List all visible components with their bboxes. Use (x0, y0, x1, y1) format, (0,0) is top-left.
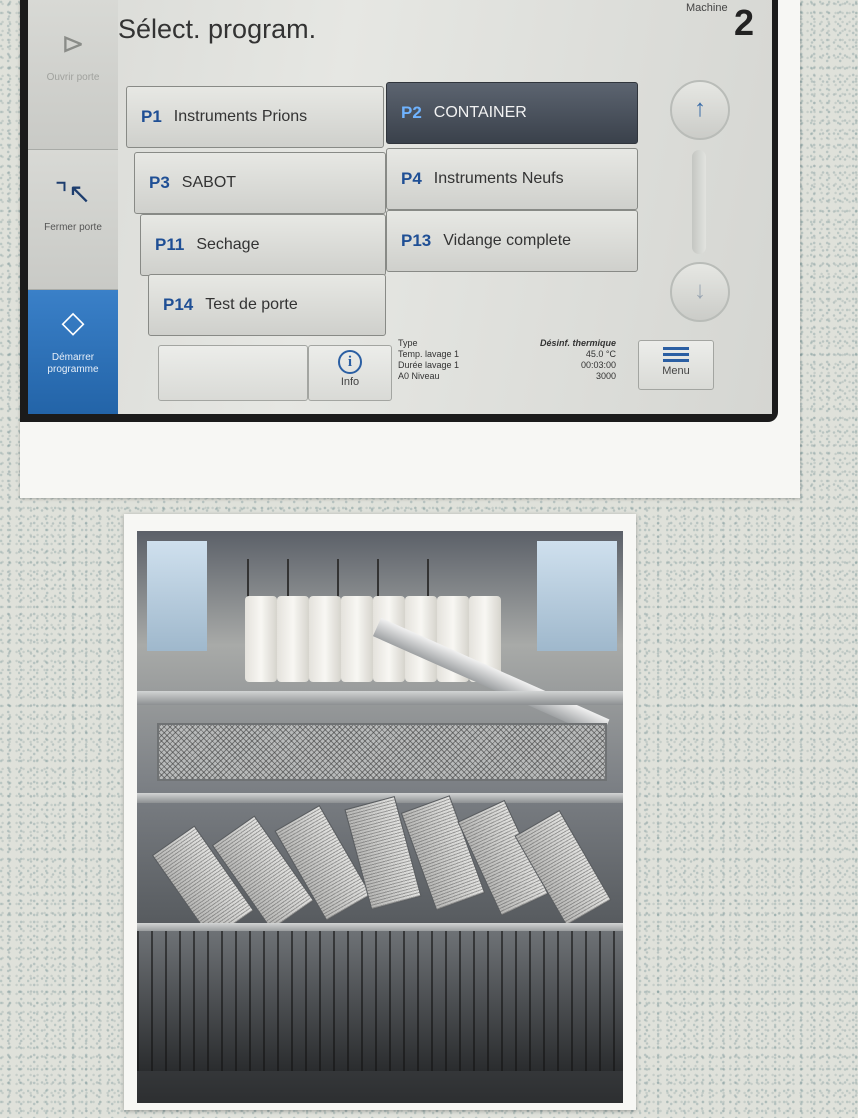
open-door-icon: ⊳ (61, 28, 85, 59)
open-door-label: Ouvrir porte (46, 72, 100, 83)
detail-value: 3000 (595, 371, 616, 381)
program-button-p2[interactable]: P2 CONTAINER (386, 82, 638, 144)
photo-tube (245, 596, 277, 682)
detail-label: Durée lavage 1 (398, 360, 460, 370)
scroll-up-button[interactable]: ↑ (670, 80, 730, 140)
info-label: Info (340, 376, 360, 388)
program-button-p4[interactable]: P4 Instruments Neufs (386, 148, 638, 210)
program-button-p11[interactable]: P11 Sechage (140, 214, 386, 276)
arrow-down-icon: ↓ (694, 277, 706, 304)
machine-number: 2 (734, 2, 755, 43)
program-code: P1 (141, 107, 162, 126)
detail-label: A0 Niveau (398, 371, 440, 381)
program-code: P3 (149, 173, 170, 192)
detail-row: Type Désinf. thermique (398, 338, 616, 349)
program-name: SABOT (181, 174, 237, 191)
program-code: P11 (155, 235, 185, 254)
page-title: Sélect. program. (118, 14, 317, 44)
start-diamond-icon: ◇ (61, 306, 85, 339)
close-door-button[interactable]: ⌝↖ Fermer porte (28, 150, 118, 290)
photo-tube (309, 596, 341, 682)
program-button-p14[interactable]: P14 Test de porte (148, 274, 386, 336)
start-program-button[interactable]: ◇ Démarrer programme (28, 290, 118, 414)
program-name: Test de porte (205, 296, 298, 313)
program-button-p13[interactable]: P13 Vidange complete (386, 210, 638, 272)
menu-label: Menu (662, 365, 690, 377)
close-door-icon: ⌝↖ (54, 178, 92, 209)
info-button[interactable]: i Info (308, 345, 392, 401)
photo-tube (277, 596, 309, 682)
program-code: P13 (401, 231, 432, 250)
sidebar: ⊳ Ouvrir porte ⌝↖ Fermer porte ◇ Démarre… (28, 0, 118, 414)
program-name: CONTAINER (433, 104, 527, 121)
start-program-label: Démarrer programme (47, 352, 99, 375)
program-code: P2 (401, 103, 422, 122)
open-door-button[interactable]: ⊳ Ouvrir porte (28, 0, 118, 150)
menu-button[interactable]: Menu (638, 340, 714, 390)
program-name: Instruments Prions (173, 108, 308, 125)
photo-window (537, 541, 617, 651)
arrow-up-icon: ↑ (694, 95, 706, 122)
photo-basket (157, 723, 607, 781)
close-door-label: Fermer porte (44, 222, 102, 233)
scroll-down-button[interactable]: ↓ (670, 262, 730, 322)
detail-label: Temp. lavage 1 (398, 349, 460, 359)
program-name: Sechage (196, 236, 260, 253)
scrollbar-track[interactable] (692, 150, 706, 254)
program-button-p3[interactable]: P3 SABOT (134, 152, 386, 214)
machine-label: Machine (686, 2, 728, 14)
detail-value: 00:03:00 (580, 360, 616, 370)
detail-label: Type (398, 338, 418, 348)
program-code: P14 (163, 295, 194, 314)
program-name: Instruments Neufs (433, 170, 564, 187)
photo-window (147, 541, 207, 651)
touch-screen: ⊳ Ouvrir porte ⌝↖ Fermer porte ◇ Démarre… (28, 0, 772, 414)
photo-rack (137, 931, 623, 1071)
program-name: Vidange complete (443, 232, 572, 249)
detail-row: Temp. lavage 1 45.0 °C (398, 349, 616, 360)
photo-shelf (137, 691, 623, 705)
detail-value: 45.0 °C (585, 349, 616, 359)
rack-photo (137, 531, 623, 1103)
menu-icon (663, 347, 689, 362)
detail-row: Durée lavage 1 00:03:00 (398, 360, 616, 371)
program-button-p1[interactable]: P1 Instruments Prions (126, 86, 384, 148)
program-details: Type Désinf. thermique Temp. lavage 1 45… (398, 338, 616, 382)
detail-value: Désinf. thermique (539, 338, 616, 348)
program-code: P4 (401, 169, 422, 188)
info-icon: i (338, 350, 362, 374)
status-field (158, 345, 308, 401)
photo-tube (341, 596, 373, 682)
detail-row: A0 Niveau 3000 (398, 371, 616, 382)
